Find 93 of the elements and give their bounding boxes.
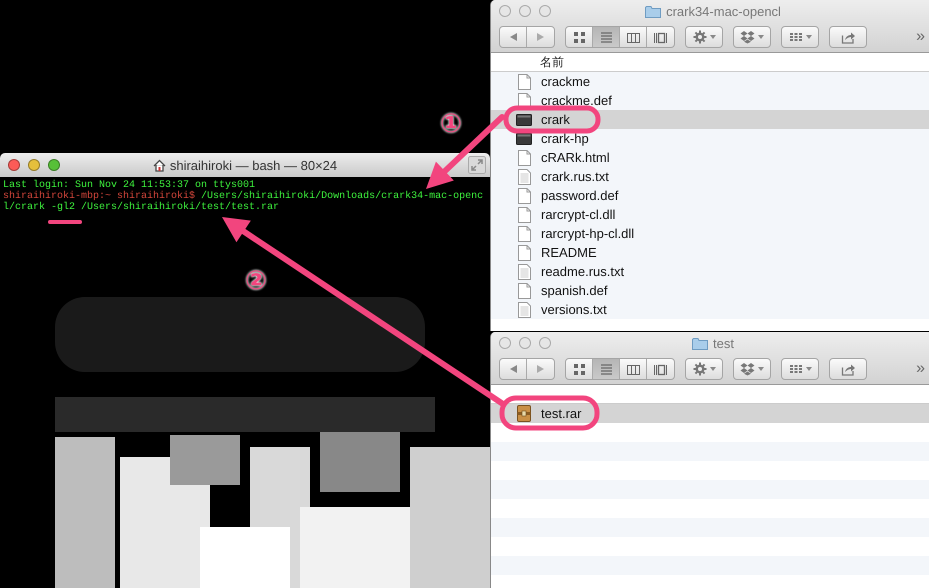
zoom-button[interactable] — [48, 159, 60, 171]
folder-icon — [645, 4, 662, 18]
file-name: rarcrypt-cl.dll — [541, 207, 616, 222]
minimize-button[interactable] — [28, 159, 40, 171]
share-button[interactable] — [829, 26, 867, 48]
file-row[interactable]: crark — [491, 110, 929, 129]
document-icon — [518, 74, 530, 90]
more-tools-button[interactable]: » — [916, 360, 925, 378]
file-row[interactable]: test.rar — [491, 404, 929, 423]
dropbox-menu-button[interactable] — [733, 26, 771, 48]
file-name: rarcrypt-hp-cl.dll — [541, 226, 634, 241]
text-document-icon — [518, 264, 530, 280]
document-icon — [518, 206, 530, 222]
caret-icon — [710, 367, 716, 371]
file-name: crackme.def — [541, 93, 612, 108]
file-row[interactable]: spanish.def — [491, 281, 929, 300]
caret-icon — [758, 35, 764, 39]
window-title: shiraihiroki — bash — 80×24 — [170, 158, 338, 172]
terminal-text: l/crark -gl2 /Users/shiraihiroki/test/test.rar — [3, 202, 280, 213]
file-name: crackme — [541, 74, 590, 89]
file-name: password.def — [541, 188, 618, 203]
icon-view-icon — [572, 30, 586, 44]
text-document-icon — [518, 302, 530, 318]
action-menu-button[interactable] — [685, 26, 723, 48]
file-row[interactable]: readme.rus.txt — [491, 262, 929, 281]
document-icon — [518, 226, 530, 242]
caret-icon — [758, 367, 764, 371]
file-name: cRARk.html — [541, 150, 610, 165]
file-name: test.rar — [541, 406, 582, 421]
file-name: README — [541, 245, 597, 260]
shell-prompt: shiraihiroki-mbp:~ shiraihiroki$ — [3, 191, 196, 202]
caret-icon — [710, 35, 716, 39]
file-row[interactable]: rarcrypt-cl.dll — [491, 205, 929, 224]
right-triangle-icon — [536, 364, 545, 374]
file-name: readme.rus.txt — [541, 264, 624, 279]
file-name: versions.txt — [541, 302, 607, 317]
open-box-icon — [740, 362, 755, 376]
close-button[interactable] — [8, 159, 20, 171]
open-box-icon — [740, 30, 755, 44]
file-row[interactable]: versions.txt — [491, 300, 929, 319]
file-name: spanish.def — [541, 283, 608, 298]
file-row[interactable]: crackme — [491, 72, 929, 91]
document-icon — [518, 244, 530, 260]
action-menu-button[interactable] — [685, 358, 723, 380]
application-icon — [516, 132, 532, 146]
share-button[interactable] — [829, 358, 867, 380]
application-icon — [516, 112, 532, 126]
gear-icon — [692, 30, 706, 44]
more-tools-button[interactable]: » — [916, 28, 925, 46]
file-row[interactable]: crark-hp — [491, 129, 929, 148]
document-icon — [518, 150, 530, 166]
gear-icon — [692, 362, 706, 376]
file-row[interactable]: README — [491, 243, 929, 262]
text-document-icon — [518, 168, 530, 184]
underline-mark — [48, 220, 82, 224]
column-header[interactable]: 名前 — [540, 54, 564, 70]
dropbox-menu-button[interactable] — [733, 358, 771, 380]
window-title: test — [713, 336, 734, 350]
file-name: crark — [541, 112, 570, 127]
step-number: ① — [440, 108, 462, 140]
window-title: crark34-mac-opencl — [666, 4, 781, 18]
grid-icon — [788, 364, 802, 374]
list-view-button[interactable] — [593, 359, 620, 379]
left-triangle-icon — [508, 32, 518, 42]
grid-icon — [788, 32, 802, 42]
share-icon — [840, 362, 856, 376]
list-view-icon — [598, 362, 614, 376]
arrange-menu-button[interactable] — [781, 358, 819, 380]
icon-view-icon — [572, 362, 586, 376]
share-icon — [840, 30, 856, 44]
right-triangle-icon — [536, 32, 545, 42]
file-row[interactable]: cRARk.html — [491, 148, 929, 167]
archive-icon — [517, 405, 531, 422]
file-row[interactable]: password.def — [491, 186, 929, 205]
arrange-menu-button[interactable] — [781, 26, 819, 48]
file-row[interactable]: crark.rus.txt — [491, 167, 929, 186]
list-view-icon — [598, 30, 614, 44]
file-name: crark-hp — [541, 131, 589, 146]
file-row[interactable]: crackme.def — [491, 91, 929, 110]
home-icon — [152, 158, 166, 172]
document-icon — [518, 188, 530, 204]
file-row[interactable]: rarcrypt-hp-cl.dll — [491, 224, 929, 243]
terminal-text: /Users/shiraihiroki/Downloads/crark34-mac-openc — [201, 191, 484, 202]
list-view-button[interactable] — [593, 27, 620, 47]
terminal-text: Last login: Sun Nov 24 11:53:37 on ttys001 — [3, 180, 256, 191]
left-triangle-icon — [508, 364, 518, 374]
caret-icon — [806, 367, 812, 371]
caret-icon — [806, 35, 812, 39]
folder-icon — [692, 336, 708, 350]
document-icon — [518, 282, 530, 298]
resize-icon[interactable] — [468, 156, 486, 174]
file-name: crark.rus.txt — [541, 169, 609, 184]
step-number: ② — [245, 265, 268, 297]
